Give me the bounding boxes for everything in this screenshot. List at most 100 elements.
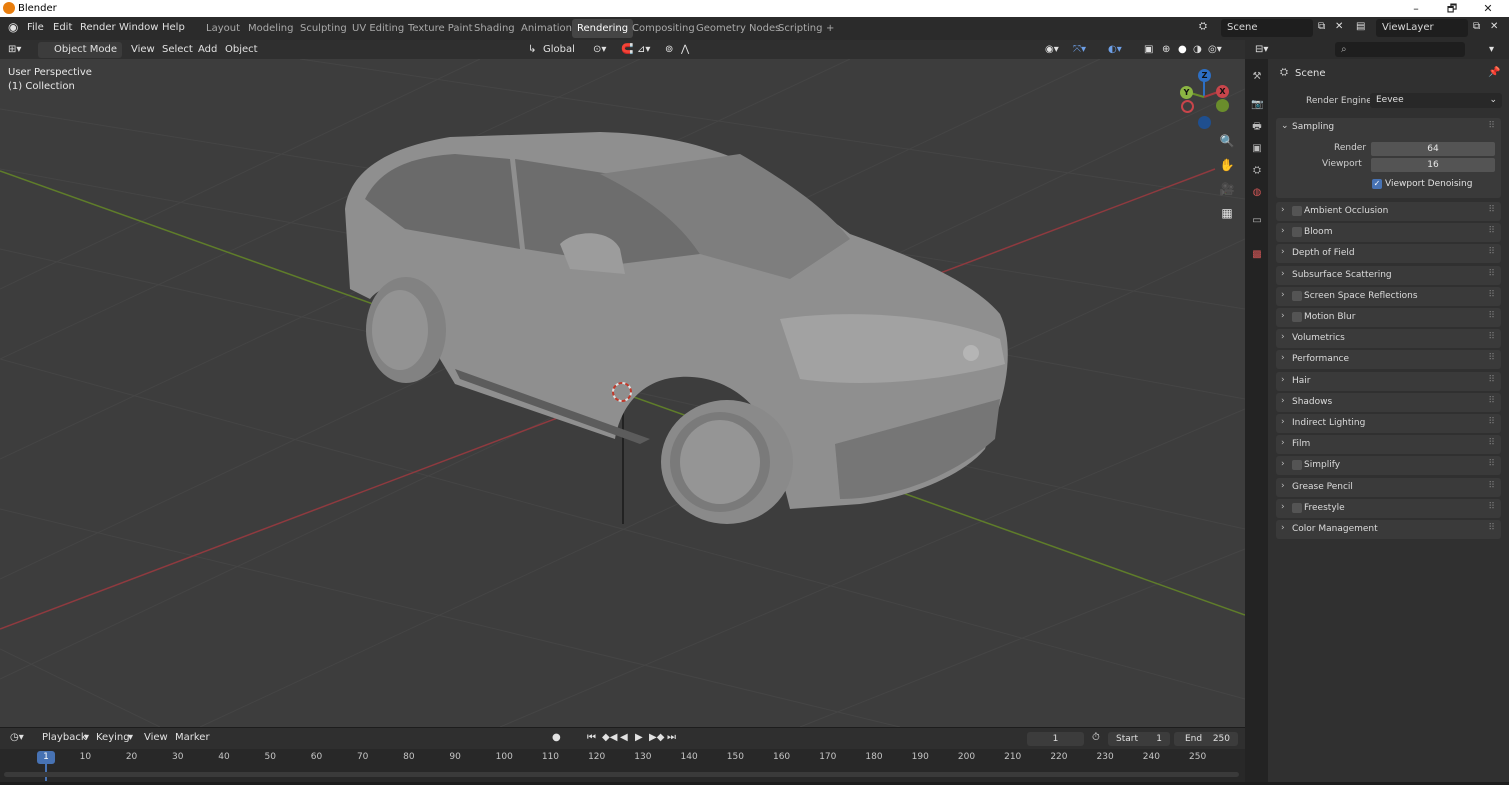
snap-icon[interactable]: 🧲	[621, 42, 633, 58]
drag-handle-icon[interactable]: ⠿	[1488, 205, 1495, 215]
menu-timeline-view[interactable]: View	[144, 730, 168, 746]
drag-handle-icon[interactable]: ⠿	[1488, 438, 1495, 448]
pin-icon[interactable]: 📌	[1488, 67, 1500, 78]
object-mode-dropdown[interactable]: Object Mode	[38, 42, 122, 58]
navigation-gizmo[interactable]: Z X Y	[1176, 67, 1232, 131]
timeline-editor-icon[interactable]: ◷▾	[10, 730, 24, 746]
menu-playback[interactable]: Playback	[42, 730, 87, 746]
tab-scripting[interactable]: Scripting	[773, 19, 827, 38]
panel-color-management[interactable]: › Color Management ⠿	[1276, 520, 1501, 539]
menu-keying[interactable]: Keying	[96, 730, 130, 746]
world-tab-icon[interactable]: ◍	[1251, 187, 1263, 199]
drag-handle-icon[interactable]: ⠿	[1488, 332, 1495, 342]
close-button[interactable]: ✕	[1471, 0, 1505, 17]
blender-menu-icon[interactable]: ◉	[8, 20, 18, 34]
panel-motion-blur[interactable]: › Motion Blur ⠿	[1276, 308, 1501, 327]
drag-handle-icon[interactable]: ⠿	[1488, 396, 1495, 406]
rendered-shading-icon[interactable]: ◎▾	[1208, 42, 1222, 58]
tab-compositing[interactable]: Compositing	[627, 19, 700, 38]
scene-tab-icon[interactable]: ⛭	[1251, 165, 1263, 177]
tab-modeling[interactable]: Modeling	[243, 19, 299, 38]
scene-close-icon[interactable]: ✕	[1335, 21, 1343, 32]
gizmo-z-axis[interactable]: Z	[1198, 69, 1211, 82]
playhead-line[interactable]	[45, 761, 47, 781]
menu-add[interactable]: Add	[198, 42, 217, 58]
drag-handle-icon[interactable]: ⠿	[1488, 290, 1495, 300]
menu-select[interactable]: Select	[162, 42, 193, 58]
panel-performance[interactable]: › Performance ⠿	[1276, 350, 1501, 370]
gizmo-toggle-icon[interactable]: ⤧▾	[1073, 42, 1086, 58]
drag-handle-icon[interactable]: ⠿	[1488, 523, 1495, 533]
panel-simplify[interactable]: › Simplify ⠿	[1276, 456, 1501, 476]
panel-ambient-occlusion[interactable]: › Ambient Occlusion ⠿	[1276, 202, 1501, 221]
proportional-edit-icon[interactable]: ⊚	[665, 42, 673, 58]
viewport-denoising-checkbox[interactable]: ✓	[1372, 179, 1382, 189]
zoom-icon[interactable]: 🔍	[1217, 131, 1237, 151]
sampling-viewport-field[interactable]: 16	[1371, 158, 1495, 172]
start-frame-field[interactable]: Start 1	[1108, 732, 1170, 746]
menu-file[interactable]: File	[27, 22, 44, 33]
stopwatch-icon[interactable]: ⏱	[1092, 730, 1100, 746]
next-keyframe-icon[interactable]: ▶◆	[649, 730, 664, 746]
gizmo-neg-z[interactable]	[1198, 116, 1211, 129]
tab-animation[interactable]: Animation	[516, 19, 577, 38]
tab-shading[interactable]: Shading	[469, 19, 520, 38]
render-tab-icon[interactable]: 📷	[1251, 99, 1263, 111]
pan-hand-icon[interactable]: ✋	[1217, 155, 1237, 175]
toggle-perspective-icon[interactable]: ▦	[1217, 203, 1237, 223]
panel-screen-space-reflections[interactable]: › Screen Space Reflections ⠿	[1276, 286, 1501, 306]
panel-bloom[interactable]: › Bloom ⠿	[1276, 223, 1501, 243]
viewlayer-close-icon[interactable]: ✕	[1490, 21, 1498, 32]
panel-depth-of-field[interactable]: › Depth of Field ⠿	[1276, 244, 1501, 264]
add-workspace-button[interactable]: +	[821, 19, 839, 38]
timeline-scrollbar[interactable]	[4, 772, 1239, 777]
falloff-icon[interactable]: ⋀	[681, 42, 689, 58]
collection-tab-icon[interactable]: ▭	[1251, 215, 1263, 227]
end-frame-field[interactable]: End 250	[1174, 732, 1238, 746]
jump-end-icon[interactable]: ⏭	[667, 730, 676, 746]
editor-type-icon[interactable]: ⊞▾	[8, 42, 21, 58]
panel-enable-checkbox[interactable]	[1292, 290, 1302, 301]
drag-handle-icon[interactable]: ⠿	[1488, 417, 1495, 427]
drag-handle-icon[interactable]: ⠿	[1488, 121, 1495, 131]
gizmo-y-axis[interactable]: Y	[1180, 86, 1193, 99]
jump-start-icon[interactable]: ⏮	[587, 730, 596, 746]
panel-grease-pencil[interactable]: › Grease Pencil ⠿	[1276, 477, 1501, 497]
drag-handle-icon[interactable]: ⠿	[1488, 269, 1495, 279]
panel-hair[interactable]: › Hair ⠿	[1276, 371, 1501, 391]
menu-render[interactable]: Render	[80, 22, 116, 33]
timeline-ruler[interactable]: 1 10 20 30 40 50 60 70 80 90 100 110 120 130 140 150 160…	[0, 749, 1245, 782]
texture-tab-icon[interactable]: ▩	[1251, 249, 1263, 261]
tab-geometry-nodes[interactable]: Geometry Nodes	[691, 19, 785, 38]
render-engine-dropdown[interactable]: Eevee ⌄	[1370, 93, 1502, 108]
tab-texture-paint[interactable]: Texture Paint	[403, 19, 478, 38]
drag-handle-icon[interactable]: ⠿	[1488, 375, 1495, 385]
prev-keyframe-icon[interactable]: ◆◀	[602, 730, 617, 746]
tab-layout[interactable]: Layout	[201, 19, 245, 38]
panel-enable-checkbox[interactable]	[1292, 502, 1302, 513]
drag-handle-icon[interactable]: ⠿	[1488, 459, 1495, 469]
panel-enable-checkbox[interactable]	[1292, 312, 1302, 322]
properties-editor-type-icon[interactable]: ⊟▾	[1255, 42, 1268, 58]
gizmo-neg-x[interactable]	[1181, 100, 1194, 113]
orientation-dropdown[interactable]: Global	[543, 42, 575, 58]
drag-handle-icon[interactable]: ⠿	[1488, 311, 1495, 321]
xray-icon[interactable]: ▣	[1144, 42, 1153, 58]
solid-shading-icon[interactable]: ●	[1178, 42, 1187, 58]
sampling-label[interactable]: Sampling	[1292, 122, 1334, 132]
tab-uv-editing[interactable]: UV Editing	[347, 19, 409, 38]
gizmo-x-axis[interactable]: X	[1216, 85, 1229, 98]
minimize-button[interactable]: –	[1399, 0, 1433, 17]
panel-freestyle[interactable]: › Freestyle ⠿	[1276, 498, 1501, 518]
overlays-icon[interactable]: ◐▾	[1108, 42, 1122, 58]
play-icon[interactable]: ▶	[635, 730, 643, 746]
properties-search-input[interactable]	[1335, 42, 1465, 57]
viewlayer-copy-icon[interactable]: ⧉	[1473, 21, 1480, 32]
tab-sculpting[interactable]: Sculpting	[295, 19, 352, 38]
drag-handle-icon[interactable]: ⠿	[1488, 481, 1495, 491]
3d-viewport[interactable]: User Perspective (1) Collection Z X Y 🔍 …	[0, 59, 1245, 727]
panel-volumetrics[interactable]: › Volumetrics ⠿	[1276, 329, 1501, 349]
panel-shadows[interactable]: › Shadows ⠿	[1276, 392, 1501, 412]
sampling-collapse-icon[interactable]: ⌄	[1281, 121, 1289, 131]
scene-selector[interactable]: Scene	[1221, 19, 1313, 37]
